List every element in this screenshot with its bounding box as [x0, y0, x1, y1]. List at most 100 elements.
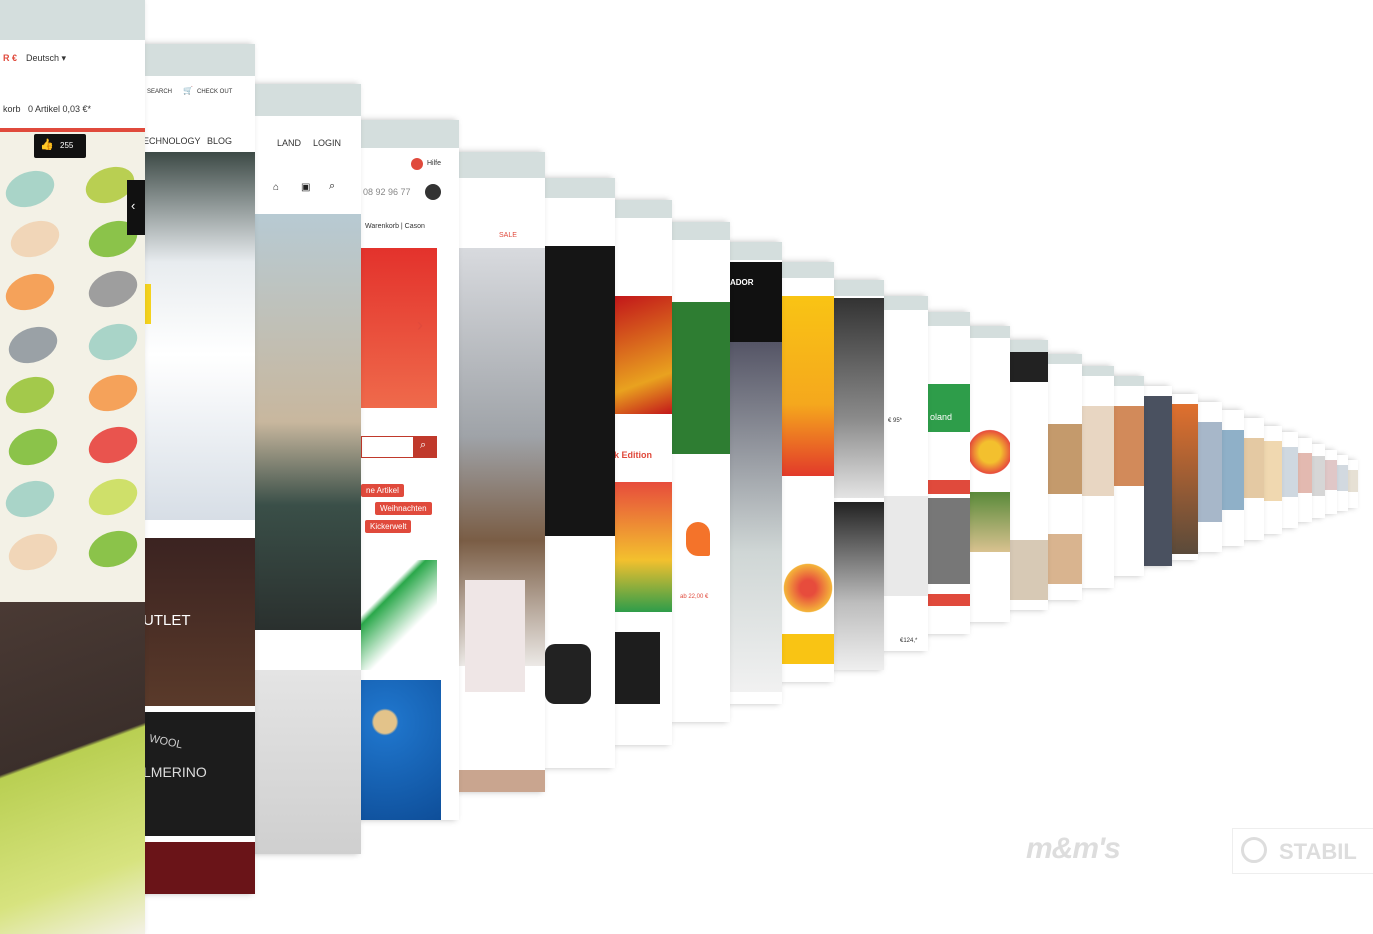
thumbs-up-icon: 👍	[40, 139, 54, 151]
nav-blog[interactable]: BLOG	[207, 136, 232, 146]
bag-icon[interactable]: ⌂	[273, 182, 279, 193]
person-photo	[928, 498, 970, 584]
interior-photo	[730, 342, 782, 692]
search-icon[interactable]: ⌕	[329, 180, 335, 193]
nav-land[interactable]: LAND	[277, 138, 301, 148]
website-panel-16[interactable]	[1048, 354, 1082, 600]
stabilo-logo: STABIL	[1232, 828, 1373, 874]
orange-chair-image	[686, 522, 710, 556]
website-panel-28[interactable]	[1325, 450, 1337, 514]
website-panel-9[interactable]: ADOR	[730, 242, 782, 704]
product-photo	[1082, 406, 1114, 496]
website-panel-26[interactable]	[1298, 438, 1312, 522]
website-panel-1[interactable]: R € Deutsch ▾ korb 0 Artikel 0,03 €* 👍 2…	[0, 0, 145, 934]
stabilo-mark-icon	[1241, 837, 1267, 863]
product-photo	[1114, 406, 1144, 486]
panel-header-bar	[361, 120, 459, 148]
product-photo	[1222, 430, 1244, 510]
search-button[interactable]: ⌕	[413, 436, 437, 458]
tag-button[interactable]: ne Artikel	[361, 484, 404, 497]
website-panel-20[interactable]	[1172, 394, 1198, 560]
product-photo	[1312, 456, 1325, 496]
cart-count[interactable]: 0 Artikel 0,03 €*	[28, 104, 91, 114]
website-panel-4[interactable]: Hilfe 08 92 96 77 Warenkorb | Cason › ⌕ …	[361, 120, 459, 820]
white-divider	[143, 520, 255, 538]
chat-avatar[interactable]	[425, 184, 441, 200]
nav-login[interactable]: LOGIN	[313, 138, 341, 148]
help-link[interactable]: Hilfe	[427, 160, 441, 167]
checkout-link[interactable]: CHECK OUT	[197, 89, 232, 95]
tag-button[interactable]: Kickerwelt	[365, 520, 412, 533]
yellow-footer-badge	[782, 634, 834, 664]
website-panel-25[interactable]	[1282, 432, 1298, 528]
product-photo	[1298, 453, 1312, 493]
panel-header-bar	[1082, 366, 1114, 376]
tag-button[interactable]: Weihnachten	[375, 502, 432, 515]
food-photo	[1048, 424, 1082, 494]
website-panel-6[interactable]	[545, 178, 615, 768]
website-panel-13[interactable]: oland	[928, 312, 970, 634]
website-panel-14[interactable]	[970, 326, 1010, 622]
cart-icon[interactable]: ▣	[301, 182, 310, 193]
website-panel-2[interactable]: SEARCH 🛒 CHECK OUT ECHNOLOGY BLOG UTLET …	[143, 44, 255, 894]
cart-icon[interactable]: 🛒	[183, 86, 193, 95]
panel-header-bar	[1048, 354, 1082, 364]
website-panel-21[interactable]	[1198, 402, 1222, 552]
stabilo-logo-text: STABIL	[1279, 839, 1357, 864]
website-panel-30[interactable]	[1348, 460, 1358, 508]
product-photo	[1337, 465, 1348, 491]
chevron-left-icon: ‹	[131, 198, 136, 213]
website-panel-12[interactable]: € 95* €124,*	[884, 296, 928, 651]
website-panel-27[interactable]	[1312, 444, 1325, 518]
gray-photo	[255, 670, 361, 854]
product-photo	[1198, 422, 1222, 522]
product-photo	[1282, 447, 1298, 497]
nav-technology[interactable]: ECHNOLOGY	[143, 136, 201, 146]
website-panel-23[interactable]	[1244, 418, 1264, 540]
panel-header-bar	[730, 242, 782, 260]
currency-label: R €	[3, 53, 18, 63]
shirt-photo	[834, 502, 884, 670]
website-panel-7[interactable]: k Edition	[614, 200, 672, 745]
sale-link[interactable]: SALE	[499, 232, 517, 239]
website-panel-10[interactable]	[782, 262, 834, 682]
outlet-text: UTLET	[143, 612, 191, 629]
fruit-image	[970, 422, 1010, 482]
football-product-image	[361, 560, 437, 670]
cart-label[interactable]: korb	[3, 104, 21, 114]
website-panel-22[interactable]	[1222, 410, 1244, 546]
website-panel-18[interactable]	[1114, 376, 1144, 576]
pizza-image	[782, 558, 834, 618]
shoes-image	[545, 644, 591, 704]
city-photo	[255, 214, 361, 630]
product-price: ab 22,00 €	[680, 594, 709, 600]
website-panel-11[interactable]	[834, 280, 884, 670]
website-panel-19[interactable]	[1144, 386, 1172, 566]
search-link[interactable]: SEARCH	[147, 89, 172, 95]
search-icon: ⌕	[420, 439, 427, 451]
search-input[interactable]	[361, 436, 415, 458]
mms-logo-text: m&m's	[1026, 832, 1121, 865]
help-badge[interactable]	[411, 158, 423, 170]
panel-header-bar	[834, 280, 884, 296]
chevron-right-icon[interactable]: ›	[417, 315, 423, 336]
like-button[interactable]: 👍 255	[34, 134, 86, 158]
red-seat-image	[614, 296, 672, 414]
jacket-image	[614, 632, 660, 704]
website-panel-8[interactable]: ab 22,00 €	[672, 222, 730, 722]
brand-label: ADOR	[730, 278, 754, 287]
website-panel-29[interactable]	[1337, 455, 1348, 511]
website-panel-5[interactable]: SALE	[459, 152, 545, 792]
panel-header-bar	[928, 312, 970, 326]
language-selector[interactable]: Deutsch ▾	[26, 53, 66, 64]
panel-header-bar	[0, 0, 145, 40]
merino-text: LMERINO	[143, 764, 207, 780]
green-banner	[928, 384, 970, 432]
website-panel-17[interactable]	[1082, 366, 1114, 588]
website-panel-3[interactable]: LAND LOGIN ⌂ ▣ ⌕	[255, 84, 361, 854]
carousel-prev-button[interactable]: ‹	[127, 180, 145, 235]
product-photo	[1348, 470, 1358, 492]
website-panel-24[interactable]	[1264, 426, 1282, 534]
snow-forest-image	[143, 152, 255, 520]
website-panel-15[interactable]	[1010, 340, 1048, 610]
